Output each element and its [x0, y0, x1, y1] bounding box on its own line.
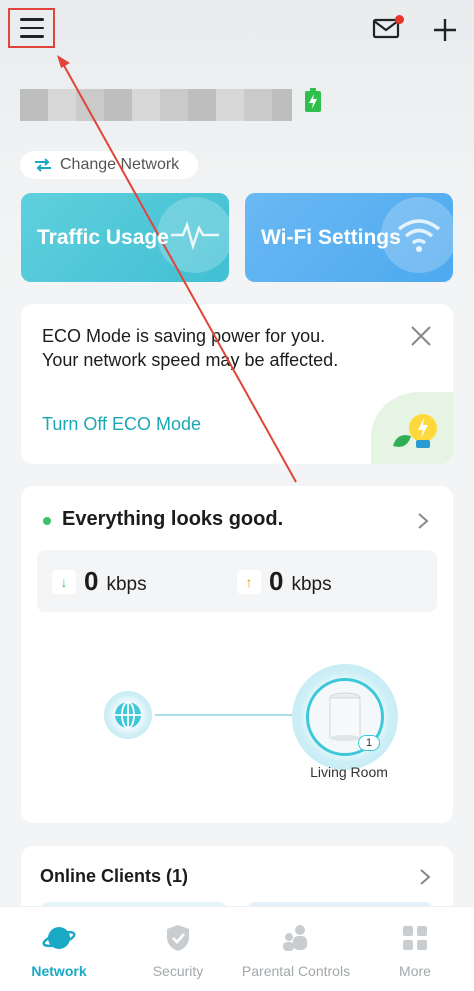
router-client-count: 1 [358, 735, 380, 751]
online-clients-title: Online Clients (1) [40, 866, 189, 886]
nav-parental-controls-label: Parental Controls [241, 963, 351, 979]
speed-panel: ↓ 0 kbps ↑ 0 kbps [37, 550, 437, 612]
eco-lightbulb-icon [371, 392, 453, 464]
network-status-card[interactable]: Everything looks good. ↓ 0 kbps ↑ 0 kbps [21, 486, 453, 823]
traffic-usage-tile[interactable]: Traffic Usage [21, 193, 229, 282]
upload-arrow-icon: ↑ [237, 569, 261, 594]
upload-unit: kbps [291, 574, 332, 595]
wifi-settings-tile[interactable]: Wi-Fi Settings [245, 193, 453, 282]
nav-parental-controls[interactable]: Parental Controls [238, 907, 354, 991]
notification-dot [395, 15, 404, 24]
nav-more-label: More [399, 963, 431, 979]
nav-network-label: Network [31, 963, 87, 979]
family-icon [283, 925, 307, 951]
status-ok-indicator [43, 517, 51, 525]
grid-icon [403, 926, 427, 950]
upload-value: 0 [269, 566, 284, 596]
chevron-right-icon[interactable] [419, 868, 431, 886]
hamburger-menu-icon[interactable] [8, 8, 55, 48]
download-value: 0 [84, 566, 99, 596]
topology-link [155, 714, 297, 716]
upload-speed: ↑ 0 kbps [237, 566, 332, 597]
router-node[interactable] [292, 664, 398, 770]
network-name-redacted [20, 89, 292, 121]
download-unit: kbps [106, 574, 147, 595]
mail-icon[interactable] [372, 15, 404, 44]
shield-icon [167, 925, 189, 951]
chevron-right-icon[interactable] [417, 512, 429, 530]
internet-globe-icon[interactable] [104, 691, 152, 739]
download-arrow-icon: ↓ [52, 569, 76, 594]
plus-icon[interactable] [432, 17, 458, 43]
eco-mode-card: ECO Mode is saving power for you. Your n… [21, 304, 453, 464]
nav-security[interactable]: Security [137, 907, 219, 991]
bottom-navigation: Network Security Parental Controls More [0, 906, 474, 991]
change-network-button[interactable]: Change Network [20, 151, 198, 179]
wifi-settings-label: Wi-Fi Settings [261, 225, 401, 249]
router-name: Living Room [310, 764, 388, 780]
change-network-label: Change Network [60, 156, 180, 173]
turn-off-eco-link[interactable]: Turn Off ECO Mode [42, 414, 201, 435]
swap-arrows-icon [35, 158, 51, 172]
planet-icon [42, 927, 76, 949]
top-bar [0, 0, 474, 60]
nav-network[interactable]: Network [18, 907, 100, 991]
nav-security-label: Security [152, 963, 204, 979]
traffic-usage-label: Traffic Usage [37, 225, 169, 249]
eco-mode-message: ECO Mode is saving power for you. Your n… [42, 326, 339, 370]
close-icon[interactable] [409, 324, 433, 348]
nav-more[interactable]: More [374, 907, 456, 991]
status-title: Everything looks good. [62, 508, 284, 530]
battery-charging-icon [304, 87, 322, 113]
download-speed: ↓ 0 kbps [52, 566, 147, 597]
